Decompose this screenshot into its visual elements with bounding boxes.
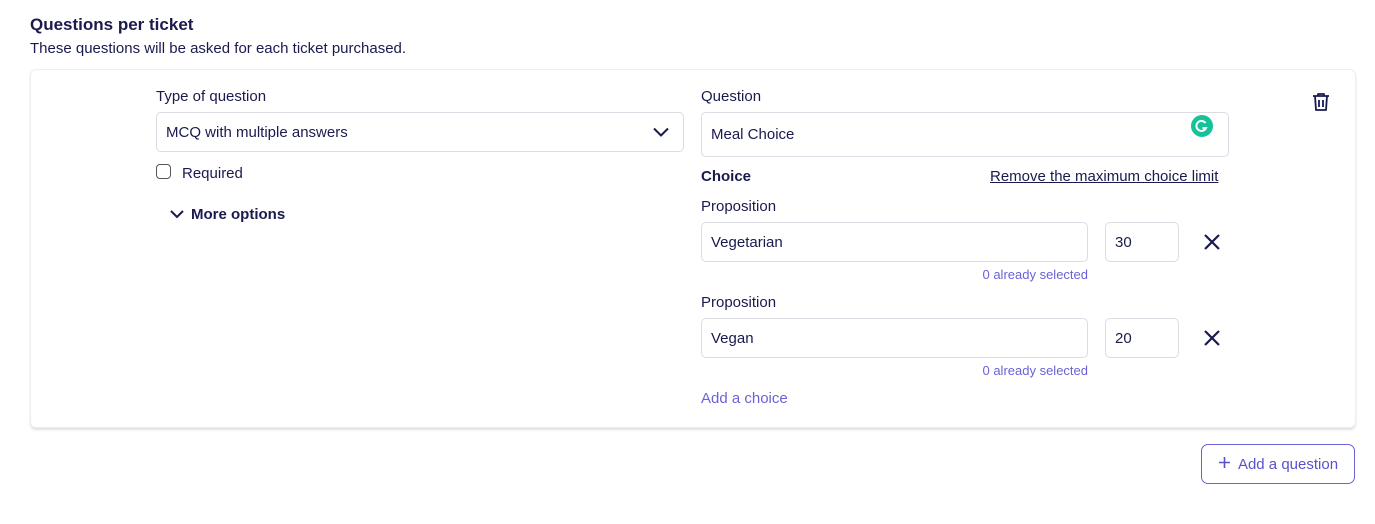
grammarly-icon[interactable] [1191,115,1213,137]
proposition-label: Proposition [701,294,777,311]
question-label: Question [701,88,762,105]
add-question-label: Add a question [1237,455,1339,473]
choice-limit-value: 20 [1115,329,1132,347]
question-input[interactable]: Meal Choice [701,112,1229,157]
already-selected-helper: 0 already selected [982,267,1088,282]
proposition-input[interactable]: Vegan [701,318,1088,358]
more-options-label: More options [191,206,286,223]
add-question-button[interactable]: Add a question [1201,444,1355,484]
remove-choice-close-icon[interactable] [1202,232,1222,257]
type-of-question-label: Type of question [156,88,267,105]
chevron-down-icon [170,206,184,223]
choice-limit-value: 30 [1115,233,1132,251]
proposition-value: Vegetarian [711,233,783,251]
proposition-value: Vegan [711,329,754,347]
required-label: Required [182,165,243,182]
remove-choice-close-icon[interactable] [1202,328,1222,353]
question-type-value: MCQ with multiple answers [166,123,348,141]
section-title: Questions per ticket [30,15,194,34]
question-input-value: Meal Choice [711,126,795,143]
required-checkbox[interactable] [156,164,171,179]
add-choice-link[interactable]: Add a choice [701,390,788,407]
proposition-label: Proposition [701,198,777,215]
choice-limit-input[interactable]: 20 [1105,318,1179,358]
section-subtitle: These questions will be asked for each t… [30,40,407,57]
choice-limit-input[interactable]: 30 [1105,222,1179,262]
choice-heading: Choice [701,168,752,185]
remove-limit-link[interactable]: Remove the maximum choice limit [990,168,1218,185]
more-options-toggle[interactable]: More options [170,206,285,223]
already-selected-helper: 0 already selected [982,363,1088,378]
chevron-down-icon [653,124,669,141]
proposition-input[interactable]: Vegetarian [701,222,1088,262]
trash-icon[interactable] [1312,92,1330,117]
plus-icon [1218,456,1231,473]
question-type-select[interactable]: MCQ with multiple answers [156,112,684,152]
